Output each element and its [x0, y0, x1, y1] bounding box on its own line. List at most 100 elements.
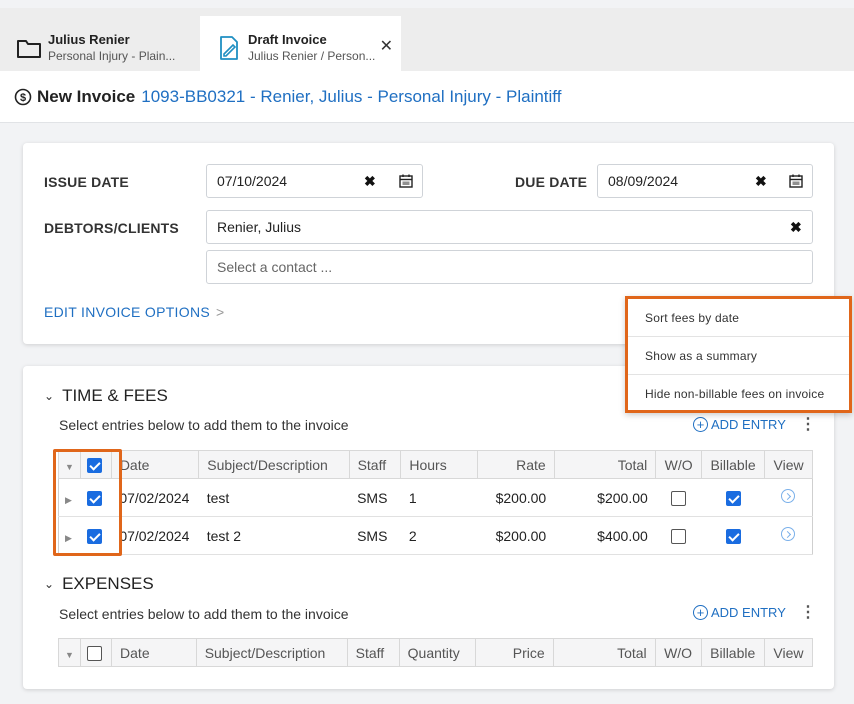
debtor-value: Renier, Julius: [217, 219, 302, 235]
col-view[interactable]: View: [763, 638, 814, 667]
issue-date-value: 07/10/2024: [217, 173, 288, 189]
debtor-field[interactable]: Renier, Julius ✖: [206, 210, 813, 244]
col-staff[interactable]: Staff: [346, 638, 400, 667]
expenses-title: EXPENSES: [62, 574, 154, 593]
col-date[interactable]: Date: [111, 638, 197, 667]
time-fees-more-icon[interactable]: ⋮: [800, 414, 816, 434]
time-fees-table: ▼ Date Subject/Description Staff Hours R…: [57, 450, 813, 555]
contact-placeholder: Select a contact ...: [217, 259, 333, 275]
due-date-field[interactable]: 08/09/2024 ✖: [597, 164, 813, 198]
col-billable[interactable]: Billable: [700, 450, 766, 479]
writeoff-checkbox[interactable]: [671, 528, 687, 544]
col-quantity[interactable]: Quantity: [398, 638, 477, 667]
tab-julius-renier[interactable]: Julius Renier Personal Injury - Plain...: [0, 16, 200, 79]
tab-bar: Julius Renier Personal Injury - Plain...…: [0, 0, 854, 79]
select-all-checkbox[interactable]: [87, 457, 103, 473]
clear-issue-date-icon[interactable]: ✖: [364, 173, 376, 190]
col-wo[interactable]: W/O: [655, 450, 702, 479]
calendar-icon[interactable]: [789, 174, 803, 188]
time-fees-options-menu: Sort fees by date Show as a summary Hide…: [625, 296, 852, 413]
tab-draft-invoice[interactable]: Draft Invoice Julius Renier / Person... …: [200, 16, 401, 79]
writeoff-checkbox[interactable]: [671, 490, 687, 506]
cell-total: $400.00: [554, 516, 656, 555]
triangle-down-icon: ▼: [65, 461, 74, 472]
remove-debtor-icon[interactable]: ✖: [790, 219, 802, 236]
col-subject[interactable]: Subject/Description: [195, 638, 348, 667]
due-date-label: DUE DATE: [515, 174, 588, 190]
close-tab-icon[interactable]: ✕: [380, 36, 393, 56]
cell-wo[interactable]: [655, 516, 702, 555]
select-all-header[interactable]: [80, 450, 112, 479]
add-expense-entry-button[interactable]: + ADD ENTRY: [693, 605, 786, 620]
cell-view[interactable]: [764, 478, 813, 517]
tab-subtitle: Personal Injury - Plain...: [48, 48, 176, 63]
add-entry-label: ADD ENTRY: [711, 605, 786, 620]
billable-checkbox[interactable]: [725, 528, 741, 544]
cell-hours: 2: [400, 516, 478, 555]
time-fees-title: TIME & FEES: [62, 386, 168, 405]
col-total[interactable]: Total: [553, 450, 657, 479]
view-arrow-icon[interactable]: [781, 527, 796, 541]
table-row[interactable]: ▶ 07/02/2024 test 2 SMS 2 $200.00 $400.0…: [58, 516, 813, 555]
expenses-table: ▼ Date Subject/Description Staff Quantit…: [57, 638, 814, 667]
col-staff[interactable]: Staff: [348, 450, 402, 479]
col-rate[interactable]: Rate: [476, 450, 555, 479]
chevron-down-icon: ⌄: [44, 389, 55, 403]
col-wo[interactable]: W/O: [654, 638, 702, 667]
calendar-icon[interactable]: [399, 174, 413, 188]
expenses-subtitle: Select entries below to add them to the …: [59, 606, 349, 622]
billable-checkbox[interactable]: [725, 490, 741, 506]
cell-subject: test 2: [198, 516, 350, 555]
expand-all-header[interactable]: ▼: [57, 450, 82, 479]
expand-all-header[interactable]: ▼: [57, 638, 82, 667]
cell-billable[interactable]: [701, 516, 765, 555]
table-row[interactable]: ▶ 07/02/2024 test SMS 1 $200.00 $200.00: [58, 478, 813, 517]
cell-billable[interactable]: [701, 478, 765, 517]
plus-circle-icon: +: [693, 605, 708, 620]
col-view[interactable]: View: [764, 450, 813, 479]
triangle-right-icon: ▶: [65, 532, 72, 543]
cell-total: $200.00: [554, 478, 656, 517]
select-row-cell[interactable]: [80, 478, 112, 517]
cell-wo[interactable]: [655, 478, 702, 517]
col-hours[interactable]: Hours: [400, 450, 478, 479]
edit-invoice-options-link[interactable]: EDIT INVOICE OPTIONS >: [44, 304, 224, 320]
expenses-header[interactable]: ⌄ EXPENSES: [44, 574, 154, 594]
view-arrow-icon[interactable]: [781, 489, 796, 503]
row-select-checkbox[interactable]: [86, 528, 102, 544]
expand-row-cell[interactable]: ▶: [58, 516, 81, 555]
cell-date: 07/02/2024: [111, 478, 199, 517]
col-subject[interactable]: Subject/Description: [198, 450, 350, 479]
clear-due-date-icon[interactable]: ✖: [755, 173, 767, 190]
invoice-icon: [220, 35, 238, 60]
time-fees-header[interactable]: ⌄ TIME & FEES: [44, 386, 168, 406]
page-header: $ New Invoice 1093-BB0321 - Renier, Juli…: [0, 71, 854, 123]
expenses-more-icon[interactable]: ⋮: [800, 602, 816, 622]
col-billable[interactable]: Billable: [700, 638, 765, 667]
row-select-checkbox[interactable]: [86, 490, 102, 506]
select-all-header[interactable]: [80, 638, 113, 667]
tab-title: Draft Invoice: [248, 31, 327, 47]
issue-date-field[interactable]: 07/10/2024 ✖: [206, 164, 423, 198]
triangle-down-icon: ▼: [65, 649, 74, 660]
menu-item-show-summary[interactable]: Show as a summary: [628, 337, 849, 375]
select-all-checkbox[interactable]: [87, 645, 103, 661]
menu-item-sort-by-date[interactable]: Sort fees by date: [628, 299, 849, 337]
edit-invoice-options-label: EDIT INVOICE OPTIONS: [44, 304, 210, 320]
expand-row-cell[interactable]: ▶: [58, 478, 81, 517]
chevron-right-icon: >: [216, 304, 225, 320]
col-price[interactable]: Price: [475, 638, 554, 667]
col-date[interactable]: Date: [110, 450, 200, 479]
cell-view[interactable]: [764, 516, 813, 555]
entries-card: ⌄ TIME & FEES Select entries below to ad…: [23, 366, 834, 689]
cell-hours: 1: [400, 478, 478, 517]
matter-link[interactable]: 1093-BB0321 - Renier, Julius - Personal …: [141, 87, 561, 107]
contact-select[interactable]: Select a contact ...: [206, 250, 813, 284]
plus-circle-icon: +: [693, 417, 708, 432]
col-total[interactable]: Total: [552, 638, 656, 667]
menu-item-hide-non-billable[interactable]: Hide non-billable fees on invoice: [628, 375, 849, 413]
add-time-entry-button[interactable]: + ADD ENTRY: [693, 417, 786, 432]
select-row-cell[interactable]: [80, 516, 112, 555]
page-title: New Invoice: [37, 86, 136, 106]
cell-rate: $200.00: [477, 478, 555, 517]
